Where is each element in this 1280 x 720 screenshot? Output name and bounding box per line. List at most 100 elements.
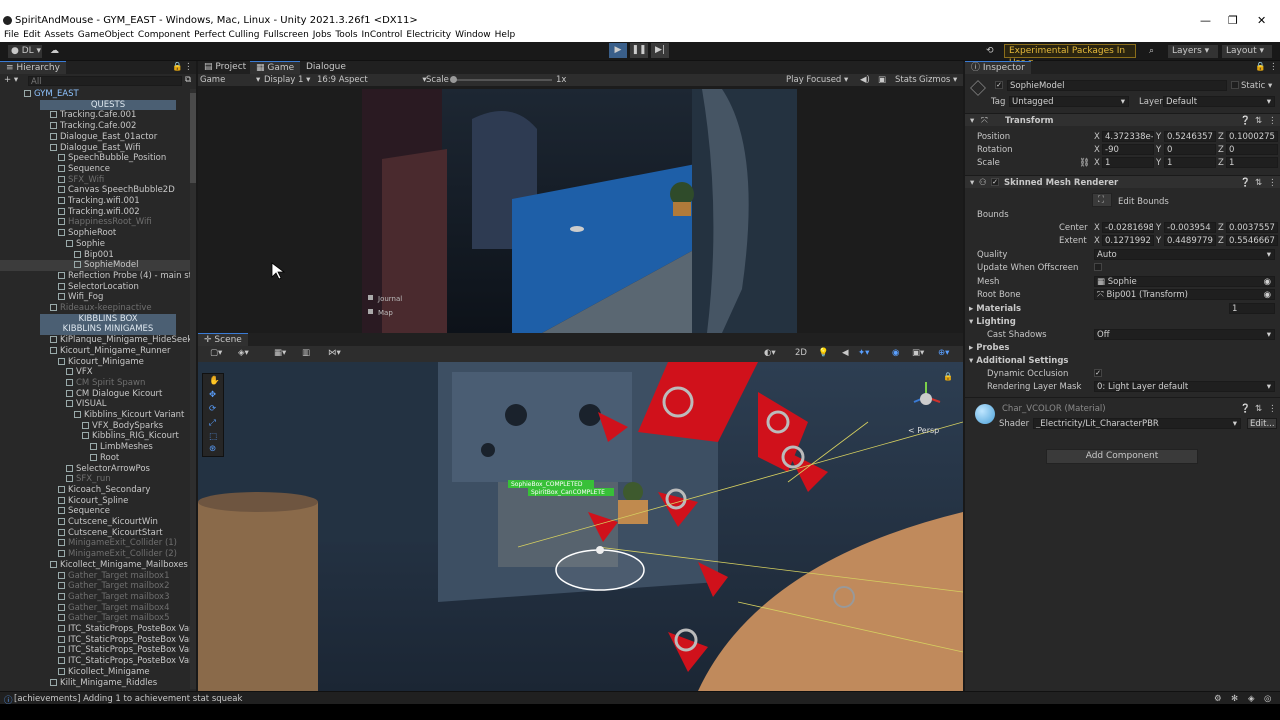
hierarchy-item[interactable]: Tracking.wifi.002 xyxy=(0,207,190,218)
extent-x-field[interactable]: 0.1271992 xyxy=(1102,235,1154,246)
root-bone-field[interactable]: ⤧ Bip001 (Transform) ◉ xyxy=(1094,289,1275,300)
hierarchy-item[interactable]: Dialogue_East_01actor xyxy=(0,132,190,143)
hidden-objects-icon[interactable]: ◉ xyxy=(892,348,899,358)
probes-foldout[interactable]: ▸ Probes xyxy=(969,343,1009,353)
filter-icon[interactable]: ⧉ xyxy=(185,75,191,85)
lighting-build-icon[interactable]: ◈ xyxy=(1248,694,1255,704)
hierarchy-group-header[interactable]: KIBBLINS BOX xyxy=(40,313,176,325)
extent-z-field[interactable]: 0.5546667 xyxy=(1226,235,1278,246)
hierarchy-item[interactable]: Rideaux-keepinactive xyxy=(0,303,190,314)
menu-edit[interactable]: Edit xyxy=(23,30,40,40)
materials-foldout[interactable]: ▸ Materials xyxy=(969,304,1021,314)
hierarchy-item[interactable]: ITC_StaticProps_PosteBox Vari xyxy=(0,645,195,656)
console-message[interactable]: [achievements] Adding 1 to achievement s… xyxy=(14,694,242,704)
hierarchy-scene-root[interactable]: GYM_EAST xyxy=(0,89,190,100)
audio-toggle-icon[interactable]: ◀ xyxy=(842,348,849,358)
rect-tool-icon[interactable]: ⬚ xyxy=(209,432,217,442)
grid-snap-icon[interactable]: ▦▾ xyxy=(274,348,286,358)
menu-fullscreen[interactable]: Fullscreen xyxy=(263,30,308,40)
scale-slider-handle[interactable] xyxy=(450,76,457,83)
tab-project[interactable]: ▤ Project xyxy=(198,61,252,74)
hierarchy-item[interactable]: Root xyxy=(0,453,190,464)
minimize-button[interactable]: — xyxy=(1200,14,1211,27)
increment-snap-icon[interactable]: ▥ xyxy=(302,348,310,358)
center-y-axis-label[interactable]: Y xyxy=(1156,223,1161,233)
hierarchy-item[interactable]: HappinessRoot_Wifi xyxy=(0,217,190,228)
rotation-z-field[interactable]: 0 xyxy=(1226,144,1278,155)
material-presets-icon[interactable]: ⇅ xyxy=(1255,404,1262,414)
position-x-field[interactable]: 4.372338e- xyxy=(1102,131,1154,142)
hierarchy-item[interactable]: Tracking.wifi.001 xyxy=(0,196,190,207)
extent-z-axis-label[interactable]: Z xyxy=(1218,236,1224,246)
smr-foldout-icon[interactable]: ▾ xyxy=(970,178,974,188)
hierarchy-item[interactable]: Bip001 xyxy=(0,250,190,261)
menu-gameobject[interactable]: GameObject xyxy=(78,30,134,40)
progress-icon[interactable]: ⚙ xyxy=(1214,694,1222,704)
transform-help-icon[interactable]: ❔ xyxy=(1240,116,1251,126)
transform-foldout-icon[interactable]: ▾ xyxy=(970,116,974,126)
menu-component[interactable]: Component xyxy=(138,30,190,40)
scale-slider[interactable] xyxy=(450,76,552,83)
scale-z-field[interactable]: 1 xyxy=(1226,157,1278,168)
static-dropdown[interactable]: Static ▾ xyxy=(1241,81,1272,91)
selection-ring[interactable] xyxy=(555,549,645,591)
material-menu-icon[interactable]: ⋮ xyxy=(1268,404,1277,414)
hierarchy-scrollbar[interactable] xyxy=(190,89,196,689)
hierarchy-item[interactable]: Kicollect_Minigame_Mailboxes xyxy=(0,560,190,571)
hierarchy-item[interactable]: SophieModel xyxy=(0,260,190,271)
center-x-axis-label[interactable]: X xyxy=(1094,223,1100,233)
menu-file[interactable]: File xyxy=(4,30,19,40)
tab-game[interactable]: ▦ Game xyxy=(250,61,301,74)
scale-x-field[interactable]: 1 xyxy=(1102,157,1154,168)
hierarchy-item[interactable]: ITC_StaticProps_PosteBox Vari xyxy=(0,635,195,646)
quality-dropdown[interactable]: Auto ▾ xyxy=(1094,249,1275,260)
move-tool-icon[interactable]: ✥ xyxy=(209,390,216,400)
smr-help-icon[interactable]: ❔ xyxy=(1240,178,1251,188)
view-options-icon[interactable]: ⋈▾ xyxy=(328,348,341,358)
hierarchy-item[interactable]: SelectorLocation xyxy=(0,282,190,293)
scale-y-field[interactable]: 1 xyxy=(1164,157,1216,168)
smr-menu-icon[interactable]: ⋮ xyxy=(1268,178,1277,188)
history-icon[interactable]: ⟲ xyxy=(986,45,994,58)
draw-mode-icon[interactable]: ▢▾ xyxy=(210,348,222,358)
rotation-z-axis-label[interactable]: Z xyxy=(1218,145,1224,155)
hierarchy-item[interactable]: CM Dialogue Kicourt xyxy=(0,389,190,400)
menu-incontrol[interactable]: InControl xyxy=(362,30,403,40)
menu-window[interactable]: Window xyxy=(455,30,491,40)
bug-icon[interactable]: ✻ xyxy=(1231,694,1238,704)
hierarchy-item[interactable]: Kicourt_Minigame xyxy=(0,357,190,368)
lighting-foldout[interactable]: ▾ Lighting xyxy=(969,317,1016,327)
center-z-axis-label[interactable]: Z xyxy=(1218,223,1224,233)
rotation-x-field[interactable]: -90 xyxy=(1102,144,1154,155)
hierarchy-item[interactable]: Kicollect_Minigame xyxy=(0,667,190,678)
mesh-picker-icon[interactable]: ◉ xyxy=(1264,277,1271,286)
smr-header[interactable]: ▾ ⚇ ✓ Skinned Mesh Renderer ❔ ⇅ ⋮ xyxy=(965,175,1280,188)
play-mode-dropdown[interactable]: Play Focused ▾ xyxy=(786,75,848,85)
lock-icon[interactable]: 🔒 xyxy=(172,62,183,72)
static-checkbox[interactable] xyxy=(1231,81,1239,89)
hierarchy-scroll-thumb[interactable] xyxy=(190,93,196,183)
hierarchy-item[interactable]: MinigameExit_Collider (1) xyxy=(0,538,190,549)
lock-view-icon[interactable]: 🔒 xyxy=(943,372,953,381)
create-button[interactable]: + ▾ xyxy=(4,75,18,85)
hierarchy-item[interactable]: Gather_Target mailbox3 xyxy=(0,592,190,603)
scene-viewport[interactable]: SophieBox_COMPLETED SpiritBox_CanCOMPLET… xyxy=(198,362,963,691)
hierarchy-item[interactable]: SelectorArrowPos xyxy=(0,464,190,475)
center-y-field[interactable]: -0.003954 xyxy=(1164,222,1216,233)
cast-shadows-dropdown[interactable]: Off ▾ xyxy=(1094,329,1275,340)
extent-x-axis-label[interactable]: X xyxy=(1094,236,1100,246)
tab-inspector[interactable]: ⓘ Inspector xyxy=(965,61,1031,74)
update-offscreen-checkbox[interactable] xyxy=(1094,263,1102,271)
scene-gizmos-icon[interactable]: ⊕▾ xyxy=(938,348,949,358)
toggle-2d[interactable]: 2D xyxy=(795,348,807,358)
extent-y-field[interactable]: 0.4489779 xyxy=(1164,235,1216,246)
material-preview-sphere[interactable] xyxy=(975,404,995,424)
hierarchy-item[interactable]: Gather_Target mailbox4 xyxy=(0,603,190,614)
search-icon[interactable]: ⌕ xyxy=(1149,45,1154,58)
transform-tool-icon[interactable]: ⊛ xyxy=(209,444,216,454)
menu-tools[interactable]: Tools xyxy=(335,30,357,40)
position-z-field[interactable]: 0.1000275 xyxy=(1226,131,1278,142)
hierarchy-item[interactable]: Reflection Probe (4) - main stre xyxy=(0,271,196,282)
hierarchy-group-header[interactable]: KIBBLINS MINIGAMES xyxy=(40,324,176,336)
orientation-gizmo[interactable] xyxy=(920,393,932,405)
